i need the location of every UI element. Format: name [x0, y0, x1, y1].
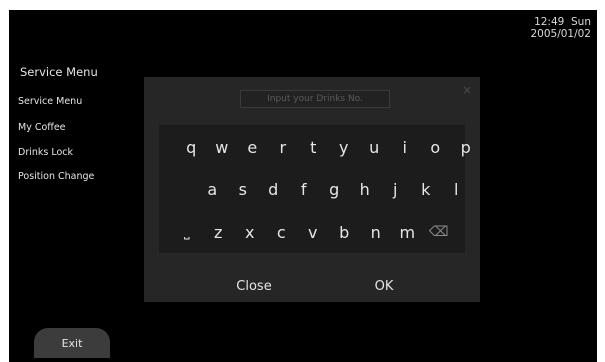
screen: 12:49 Sun 2005/01/02 Service Menu Servic… [9, 10, 597, 362]
key-k[interactable]: k [411, 171, 442, 207]
key-y[interactable]: y [329, 129, 360, 165]
sidebar-item-service-menu[interactable]: Service Menu [18, 96, 82, 107]
key-r[interactable]: r [268, 129, 299, 165]
key-d[interactable]: d [258, 171, 289, 207]
key-s[interactable]: s [228, 171, 259, 207]
key-h[interactable]: h [350, 171, 381, 207]
key-i[interactable]: i [390, 129, 421, 165]
sidebar-title: Service Menu [20, 65, 98, 79]
key-u[interactable]: u [359, 129, 390, 165]
drinks-number-input[interactable] [240, 90, 390, 108]
key-f[interactable]: f [289, 171, 320, 207]
backspace-icon: ⌫ [428, 224, 449, 240]
clock: 12:49 Sun 2005/01/02 [530, 16, 591, 40]
sidebar-item-drinks-lock[interactable]: Drinks Lock [18, 147, 73, 158]
key-q[interactable]: q [176, 129, 207, 165]
clock-day: Sun [571, 16, 591, 28]
close-button[interactable]: Close [184, 273, 324, 299]
close-icon[interactable]: × [462, 83, 472, 97]
ok-button[interactable]: OK [314, 273, 454, 299]
exit-button[interactable]: Exit [34, 328, 110, 358]
key-a[interactable]: a [197, 171, 228, 207]
key-t[interactable]: t [298, 129, 329, 165]
space-key[interactable]: ⎵ [171, 214, 203, 250]
key-x[interactable]: x [234, 214, 266, 250]
key-v[interactable]: v [297, 214, 329, 250]
backspace-key[interactable]: ⌫ [423, 214, 455, 250]
key-z[interactable]: z [203, 214, 235, 250]
sidebar-item-my-coffee[interactable]: My Coffee [18, 122, 66, 133]
clock-time: 12:49 [534, 16, 565, 28]
key-w[interactable]: w [207, 129, 238, 165]
key-p[interactable]: p [451, 129, 482, 165]
dialog-actions: Close OK [144, 273, 480, 299]
key-m[interactable]: m [392, 214, 424, 250]
keyboard-row: qwertyuiop [159, 129, 471, 165]
space-icon: ⎵ [183, 224, 190, 240]
keyboard-row: asdfghjkl [159, 171, 465, 207]
key-g[interactable]: g [319, 171, 350, 207]
on-screen-keyboard: q w e r t y u i o p a s d f g h j k l ⎵ z x c v b n m ⌫ [159, 125, 471, 253]
key-o[interactable]: o [420, 129, 451, 165]
key-j[interactable]: j [380, 171, 411, 207]
drink-number-dialog: × qwertyuiop asdfghjkl ⎵ zxcvbnm⌫ Close OK [144, 77, 480, 302]
key-n[interactable]: n [360, 214, 392, 250]
key-l[interactable]: l [441, 171, 472, 207]
key-e[interactable]: e [237, 129, 268, 165]
clock-date: 2005/01/02 [530, 28, 591, 40]
key-c[interactable]: c [266, 214, 298, 250]
key-b[interactable]: b [329, 214, 361, 250]
keyboard-row: ⎵ z x c v b n m ⌫ [159, 214, 465, 250]
sidebar-item-position-change[interactable]: Position Change [18, 171, 94, 182]
